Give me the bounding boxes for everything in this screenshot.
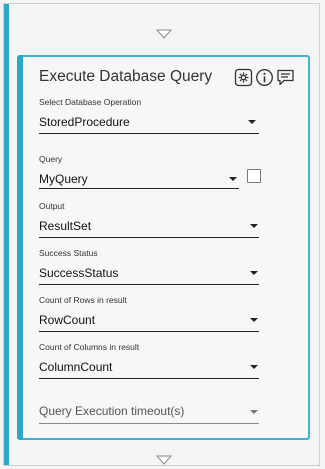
output-label: Output (39, 201, 65, 211)
column-count-underline (39, 378, 259, 379)
row-count-label: Count of Rows in result (39, 295, 127, 305)
output-value: ResultSet (39, 219, 92, 233)
comment-icon[interactable] (276, 68, 295, 87)
settings-icon[interactable] (234, 68, 253, 87)
operation-label: Select Database Operation (39, 97, 142, 107)
operation-underline (39, 133, 259, 134)
success-status-underline (39, 284, 259, 285)
chevron-down-icon[interactable] (250, 410, 258, 414)
operation-value: StoredProcedure (39, 115, 130, 129)
info-icon[interactable] (255, 68, 274, 87)
panel-accent-bar (4, 4, 9, 465)
query-label: Query (39, 154, 63, 164)
execute-database-query-card[interactable]: Execute Database Query Select Database O… (17, 55, 310, 440)
timeout-placeholder: Query Execution timeout(s) (39, 404, 185, 418)
query-checkbox[interactable] (247, 169, 261, 183)
chevron-down-icon[interactable] (250, 271, 258, 275)
card-accent-bar (17, 55, 23, 440)
chevron-down-icon[interactable] (250, 318, 258, 322)
row-count-underline (39, 331, 259, 332)
query-underline (39, 188, 239, 189)
row-count-value: RowCount (39, 313, 96, 327)
success-status-value: SuccessStatus (39, 266, 119, 280)
card-title: Execute Database Query (39, 68, 213, 85)
chevron-down-icon[interactable] (250, 224, 258, 228)
output-underline (39, 237, 259, 238)
chevron-down-icon[interactable] (250, 365, 258, 369)
chevron-down-icon[interactable] (248, 120, 256, 124)
column-count-value: ColumnCount (39, 360, 113, 374)
success-status-label: Success Status (39, 248, 98, 258)
timeout-underline (39, 423, 259, 424)
card-header-icons (234, 68, 295, 87)
column-count-label: Count of Columns in result (39, 342, 140, 352)
chevron-down-icon[interactable] (229, 177, 237, 181)
query-value: MyQuery (39, 172, 88, 186)
